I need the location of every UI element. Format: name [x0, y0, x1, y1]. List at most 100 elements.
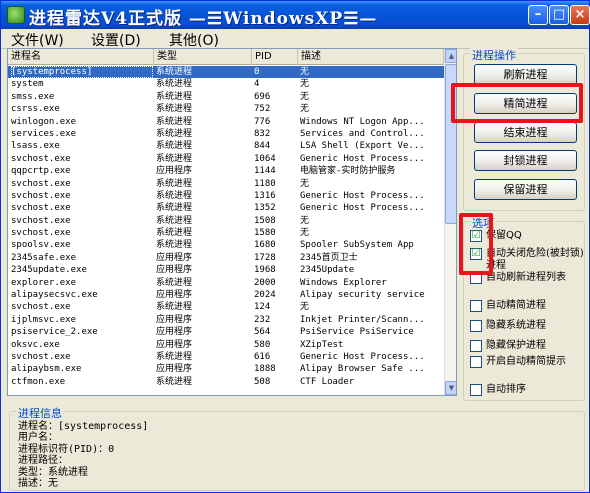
- checkbox-icon[interactable]: [470, 384, 482, 396]
- cell-description: Alipay security service: [300, 290, 425, 301]
- cell-process-name: psiservice_2.exe: [11, 327, 98, 338]
- cell-process-name: svchost.exe: [11, 153, 71, 164]
- table-row[interactable]: spoolsv.exe 系统进程 1680 Spooler SubSystem App: [8, 239, 444, 251]
- cell-pid: 4: [254, 79, 260, 90]
- cell-pid: 1728: [254, 252, 276, 263]
- cell-type: 系统进程: [156, 277, 193, 288]
- table-row[interactable]: ctfmon.exe 系统进程 508 CTF Loader: [8, 376, 444, 388]
- info-type: 类型：系统进程: [18, 466, 88, 478]
- cell-description: Services and Control...: [300, 128, 425, 139]
- column-header-pid[interactable]: PID: [252, 49, 298, 65]
- checkbox-icon[interactable]: [470, 320, 482, 332]
- cell-description: Spooler SubSystem App: [300, 240, 414, 251]
- process-list[interactable]: 进程名 类型 PID 描述 [systemprocess] 系统进程 0 无 syste…: [7, 48, 457, 396]
- cell-pid: 1144: [254, 166, 276, 177]
- block-process-button[interactable]: 封锁进程: [474, 150, 577, 171]
- menu-file[interactable]: 文件(W): [7, 30, 68, 50]
- cell-description: Alipay Browser Safe ...: [300, 364, 425, 375]
- cell-type: 应用程序: [156, 339, 193, 350]
- refresh-process-button[interactable]: 刷新进程: [474, 64, 577, 85]
- table-row[interactable]: svchost.exe 系统进程 1508 无: [8, 215, 444, 227]
- process-ops-group: 进程操作 刷新进程 精简进程 结束进程 封锁进程 保留进程: [463, 47, 585, 211]
- cell-pid: 1352: [254, 203, 276, 214]
- checkbox-icon[interactable]: [470, 300, 482, 312]
- table-row[interactable]: alipaysecsvc.exe 应用程序 2024 Alipay security …: [8, 289, 444, 301]
- table-row[interactable]: csrss.exe 系统进程 752 无: [8, 103, 444, 115]
- option-label: 保留QQ: [486, 230, 522, 241]
- menu-settings[interactable]: 设置(D): [87, 30, 145, 50]
- table-row[interactable]: svchost.exe 系统进程 1180 无: [8, 178, 444, 190]
- table-row[interactable]: 2345update.exe 应用程序 1968 2345Update: [8, 264, 444, 276]
- cell-description: Windows Explorer: [300, 277, 387, 288]
- table-row[interactable]: qqpcrtp.exe 应用程序 1144 电脑管家-实时防护服务: [8, 165, 444, 177]
- cell-description: 2345首页卫士: [300, 252, 358, 263]
- cell-process-name: services.exe: [11, 128, 77, 139]
- cell-description: 无: [300, 104, 310, 115]
- highlight-frame-button: [451, 83, 583, 123]
- cell-description: 2345Update: [300, 265, 355, 276]
- cell-process-name: system: [11, 79, 44, 90]
- info-user: 用户名：: [18, 432, 58, 444]
- cell-type: 系统进程: [156, 190, 193, 201]
- menu-other[interactable]: 其他(O): [165, 30, 223, 50]
- table-row[interactable]: svchost.exe 系统进程 1580 无: [8, 227, 444, 239]
- minimize-button[interactable]: –: [528, 5, 548, 25]
- cell-type: 系统进程: [156, 302, 193, 313]
- table-row[interactable]: svchost.exe 系统进程 616 Generic Host Process..…: [8, 351, 444, 363]
- title-bar[interactable]: 进程雷达V4正式版 —☰WindowsXP☰— – □ ×: [1, 1, 590, 29]
- cell-type: 应用程序: [156, 252, 193, 263]
- column-header-description[interactable]: 描述: [298, 49, 444, 65]
- process-ops-title: 进程操作: [470, 47, 518, 63]
- checkbox-icon[interactable]: [470, 340, 482, 352]
- cell-description: PsiService PsiService: [300, 327, 414, 338]
- option-label: 隐藏系统进程: [486, 320, 546, 331]
- column-header-type[interactable]: 类型: [154, 49, 252, 65]
- cell-type: 应用程序: [156, 327, 193, 338]
- cell-pid: 776: [254, 116, 271, 127]
- maximize-button[interactable]: □: [549, 5, 569, 25]
- checkbox-icon[interactable]: [470, 356, 482, 368]
- table-row[interactable]: ijplmsvc.exe 应用程序 232 Inkjet Printer/Scann.…: [8, 314, 444, 326]
- main-window: 进程雷达V4正式版 —☰WindowsXP☰— – □ × 文件(W) 设置(D…: [0, 0, 590, 493]
- table-row[interactable]: system 系统进程 4 无: [8, 78, 444, 90]
- cell-type: 系统进程: [156, 376, 193, 387]
- cell-process-name: csrss.exe: [11, 104, 60, 115]
- cell-description: Generic Host Process...: [300, 153, 425, 164]
- cell-type: 系统进程: [156, 178, 193, 189]
- cell-description: 无: [300, 91, 310, 102]
- table-row[interactable]: svchost.exe 系统进程 1064 Generic Host Process.…: [8, 153, 444, 165]
- cell-process-name: oksvc.exe: [11, 339, 60, 350]
- table-row[interactable]: svchost.exe 系统进程 1352 Generic Host Process.…: [8, 202, 444, 214]
- cell-pid: 580: [254, 339, 271, 350]
- table-row[interactable]: [systemprocess] 系统进程 0 无: [8, 66, 444, 79]
- table-row[interactable]: 2345safe.exe 应用程序 1728 2345首页卫士: [8, 252, 444, 264]
- table-row[interactable]: smss.exe 系统进程 696 无: [8, 91, 444, 103]
- table-row[interactable]: services.exe 系统进程 832 Services and Control.…: [8, 128, 444, 140]
- scroll-up-button[interactable]: ▲: [445, 49, 456, 63]
- scroll-down-button[interactable]: ▼: [445, 381, 456, 395]
- cell-description: LSA Shell (Export Ve...: [300, 141, 425, 152]
- table-row[interactable]: lsass.exe 系统进程 844 LSA Shell (Export Ve...: [8, 140, 444, 152]
- cell-description: 无: [300, 302, 310, 313]
- table-row[interactable]: explorer.exe 系统进程 2000 Windows Explorer: [8, 277, 444, 289]
- cell-type: 系统进程: [156, 153, 193, 164]
- table-row[interactable]: winlogon.exe 系统进程 776 Windows NT Logon App.…: [8, 116, 444, 128]
- cell-process-name: explorer.exe: [11, 277, 77, 288]
- cell-pid: 616: [254, 351, 271, 362]
- cell-pid: 2000: [254, 277, 276, 288]
- table-row[interactable]: alipaybsm.exe 应用程序 1888 Alipay Browser Safe…: [8, 363, 444, 375]
- table-row[interactable]: psiservice_2.exe 应用程序 564 PsiService PsiSer…: [8, 326, 444, 338]
- table-row[interactable]: svchost.exe 系统进程 124 无: [8, 301, 444, 313]
- cell-description: Generic Host Process...: [300, 190, 425, 201]
- cell-description: 无: [300, 79, 310, 90]
- cell-process-name: spoolsv.exe: [11, 240, 71, 251]
- close-button[interactable]: ×: [570, 5, 590, 25]
- column-header-name[interactable]: 进程名: [8, 49, 154, 65]
- keep-process-button[interactable]: 保留进程: [474, 179, 577, 200]
- table-row[interactable]: oksvc.exe 应用程序 580 XZipTest: [8, 339, 444, 351]
- table-row[interactable]: svchost.exe 系统进程 1316 Generic Host Process.…: [8, 190, 444, 202]
- option-label: 自动关闭危险(被封锁)进程: [486, 248, 584, 271]
- end-process-button[interactable]: 结束进程: [474, 122, 577, 143]
- cell-type: 系统进程: [156, 141, 193, 152]
- cell-pid: 844: [254, 141, 271, 152]
